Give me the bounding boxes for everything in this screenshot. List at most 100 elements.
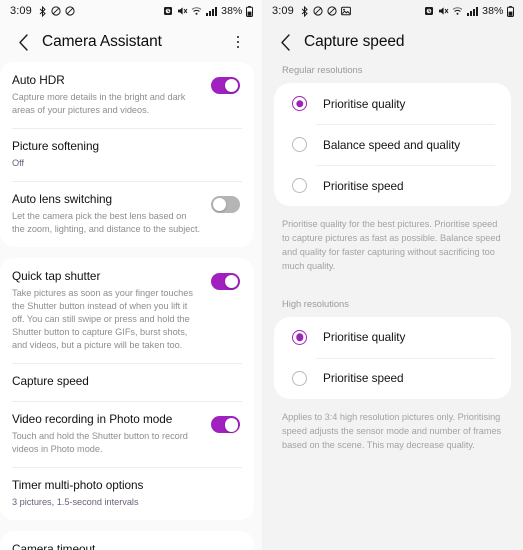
radio-label: Balance speed and quality xyxy=(323,137,461,152)
more-options-button[interactable] xyxy=(228,31,248,53)
row-subtitle: Touch and hold the Shutter button to rec… xyxy=(12,431,188,455)
bluetooth-icon xyxy=(300,5,309,17)
back-button[interactable] xyxy=(274,31,296,53)
radio-label: Prioritise speed xyxy=(323,371,404,386)
row-text: Timer multi-photo options 3 pictures, 1.… xyxy=(12,478,240,509)
status-left-icons xyxy=(38,5,75,17)
battery-percent: 38% xyxy=(221,5,243,17)
status-bar-left: 3:09 38% xyxy=(0,0,262,22)
footnote-high-resolutions: Applies to 3:4 high resolution pictures … xyxy=(282,411,502,450)
page-title: Camera Assistant xyxy=(42,33,162,50)
toggle-auto-lens-switching[interactable] xyxy=(211,196,240,214)
radio-label: Prioritise speed xyxy=(323,178,404,193)
radio-label: Prioritise quality xyxy=(323,96,406,111)
toggle-knob xyxy=(224,78,239,93)
footnote-regular-resolutions: Prioritise quality for the best pictures… xyxy=(282,219,501,271)
app-bar-left: Camera Assistant xyxy=(0,22,262,62)
radio-option-prioritise-speed[interactable]: Prioritise speed xyxy=(274,165,511,206)
radio-button[interactable] xyxy=(292,370,307,386)
setting-row-video-recording-photo-mode[interactable]: Video recording in Photo mode Touch and … xyxy=(0,401,254,467)
radio-group-regular-resolutions: Prioritise quality Balance speed and qua… xyxy=(274,83,511,206)
section-header-regular-resolutions: Regular resolutions xyxy=(282,64,363,75)
radio-button-selected[interactable] xyxy=(292,329,307,345)
kebab-dot xyxy=(236,45,240,49)
image-icon xyxy=(340,6,351,16)
radio-option-balance-speed-and-quality[interactable]: Balance speed and quality xyxy=(274,124,511,165)
row-title: Camera timeout xyxy=(12,542,96,550)
do-not-disturb-icon xyxy=(65,6,75,16)
setting-row-capture-speed[interactable]: Capture speed xyxy=(0,363,254,401)
settings-list[interactable]: Auto HDR Capture more details in the bri… xyxy=(0,62,262,550)
screen-capture-speed: 3:09 38% Capture speed Regular resolutio… xyxy=(262,0,523,550)
screen-camera-assistant: 3:09 38% Camera Assistant Auto HDR Captu… xyxy=(0,0,262,550)
row-text: Video recording in Photo mode Touch and … xyxy=(12,412,201,456)
radio-button[interactable] xyxy=(292,178,307,193)
row-text: Picture softening Off xyxy=(12,139,240,170)
setting-row-quick-tap-shutter[interactable]: Quick tap shutter Take pictures as soon … xyxy=(0,258,254,363)
radio-option-high-prioritise-speed[interactable]: Prioritise speed xyxy=(274,357,511,399)
mute-icon xyxy=(438,6,449,16)
back-arrow-icon xyxy=(18,33,28,51)
toggle-auto-hdr[interactable] xyxy=(211,77,240,94)
status-right-icons: 38% xyxy=(163,5,253,17)
row-subtitle: Off xyxy=(12,157,25,168)
row-subtitle: Take pictures as soon as your finger tou… xyxy=(12,288,193,351)
settings-card: Auto HDR Capture more details in the bri… xyxy=(0,62,254,248)
app-bar-right: Capture speed xyxy=(262,22,523,62)
row-title: Auto lens switching xyxy=(12,192,113,207)
page-title: Capture speed xyxy=(304,33,405,50)
back-arrow-icon xyxy=(280,33,290,51)
status-clock: 3:09 xyxy=(272,5,294,17)
status-clock: 3:09 xyxy=(10,5,32,17)
row-subtitle: Let the camera pick the best lens based … xyxy=(12,210,201,235)
row-title: Auto HDR xyxy=(12,73,65,87)
toggle-video-recording-photo-mode[interactable] xyxy=(211,416,240,434)
battery-icon xyxy=(246,5,253,17)
signal-icon xyxy=(466,6,478,16)
do-not-disturb-icon xyxy=(313,6,323,16)
settings-card: Camera timeout 2 minutes Dim screen whil… xyxy=(0,531,254,550)
row-title: Capture speed xyxy=(12,374,89,389)
toggle-knob xyxy=(224,274,239,289)
status-left-icons xyxy=(300,5,351,17)
settings-card: Quick tap shutter Take pictures as soon … xyxy=(0,258,254,521)
row-title: Timer multi-photo options xyxy=(12,478,144,493)
row-text: Auto lens switching Let the camera pick … xyxy=(12,192,201,236)
radio-button-selected[interactable] xyxy=(292,96,307,111)
section-header-high-resolutions: High resolutions xyxy=(282,297,349,309)
toggle-quick-tap-shutter[interactable] xyxy=(211,273,240,291)
status-right-icons: 38% xyxy=(424,5,514,17)
setting-row-picture-softening[interactable]: Picture softening Off xyxy=(0,128,254,181)
toggle-knob xyxy=(212,197,227,212)
setting-row-camera-timeout[interactable]: Camera timeout 2 minutes xyxy=(0,531,254,550)
setting-row-timer-multi-photo-options[interactable]: Timer multi-photo options 3 pictures, 1.… xyxy=(0,467,254,520)
signal-icon xyxy=(205,6,217,16)
alarm-icon xyxy=(163,6,173,16)
row-title: Quick tap shutter xyxy=(12,269,101,284)
radio-label: Prioritise quality xyxy=(323,330,406,345)
wifi-icon xyxy=(191,6,202,16)
battery-icon xyxy=(507,5,514,17)
kebab-dot xyxy=(236,35,240,39)
wifi-icon xyxy=(452,6,463,16)
back-button[interactable] xyxy=(12,31,34,53)
row-text: Camera timeout 2 minutes xyxy=(12,542,240,550)
radio-group-high-resolutions: Prioritise quality Prioritise speed xyxy=(274,316,511,399)
row-title: Picture softening xyxy=(12,139,100,154)
toggle-knob xyxy=(224,417,239,432)
radio-option-prioritise-quality[interactable]: Prioritise quality xyxy=(274,83,511,124)
row-text: Quick tap shutter Take pictures as soon … xyxy=(12,269,201,352)
alarm-icon xyxy=(424,6,434,16)
status-bar-right: 3:09 38% xyxy=(262,0,523,22)
row-text: Capture speed xyxy=(12,374,240,390)
battery-percent: 38% xyxy=(482,5,504,17)
radio-button[interactable] xyxy=(292,137,307,152)
setting-row-auto-hdr[interactable]: Auto HDR Capture more details in the bri… xyxy=(0,62,254,128)
capture-speed-content[interactable]: Regular resolutions Prioritise quality B… xyxy=(262,62,523,550)
do-not-disturb-icon xyxy=(327,6,337,16)
do-not-disturb-icon xyxy=(51,6,61,16)
row-subtitle: Capture more details in the bright and d… xyxy=(12,91,186,115)
setting-row-auto-lens-switching[interactable]: Auto lens switching Let the camera pick … xyxy=(0,181,254,247)
radio-option-high-prioritise-quality[interactable]: Prioritise quality xyxy=(274,317,511,358)
